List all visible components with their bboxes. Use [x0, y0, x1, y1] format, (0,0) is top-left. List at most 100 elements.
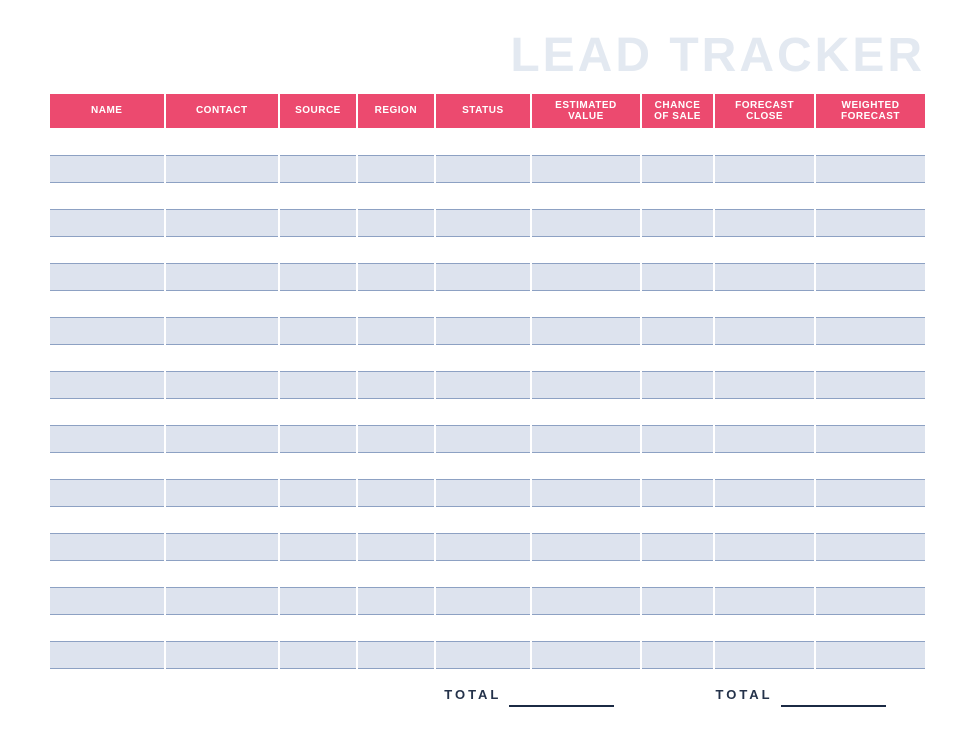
- table-cell: [357, 614, 435, 641]
- table-row: [50, 344, 925, 371]
- table-cell: [815, 425, 925, 452]
- column-header-source: SOURCE: [279, 94, 357, 128]
- table-row: [50, 398, 925, 425]
- table-cell: [815, 479, 925, 506]
- column-header-weighted-forecast: WEIGHTEDFORECAST: [815, 94, 925, 128]
- table-cell: [815, 452, 925, 479]
- table-cell: [714, 398, 815, 425]
- table-cell: [165, 317, 280, 344]
- total-value-2: [781, 683, 886, 707]
- table-cell: [50, 236, 165, 263]
- table-row: [50, 452, 925, 479]
- table-cell: [357, 263, 435, 290]
- table-cell: [279, 344, 357, 371]
- table-cell: [714, 263, 815, 290]
- table-cell: [357, 236, 435, 263]
- table-cell: [279, 452, 357, 479]
- table-cell: [165, 587, 280, 614]
- table-cell: [435, 371, 531, 398]
- table-cell: [815, 236, 925, 263]
- table-cell: [50, 614, 165, 641]
- table-cell: [641, 560, 714, 587]
- table-cell: [815, 317, 925, 344]
- table-cell: [357, 209, 435, 236]
- table-cell: [641, 614, 714, 641]
- column-header-region: REGION: [357, 94, 435, 128]
- table-cell: [50, 479, 165, 506]
- total-label-2: TOTAL: [684, 683, 780, 707]
- table-cell: [165, 263, 280, 290]
- table-cell: [815, 371, 925, 398]
- table-cell: [531, 614, 641, 641]
- lead-tracker-table: NAME CONTACT SOURCE REGION STATUS ESTIMA…: [50, 94, 925, 669]
- table-row: [50, 533, 925, 560]
- table-cell: [714, 317, 815, 344]
- table-cell: [50, 506, 165, 533]
- table-cell: [641, 155, 714, 182]
- table-cell: [531, 641, 641, 668]
- table-cell: [357, 452, 435, 479]
- column-header-chance-of-sale: CHANCEOF SALE: [641, 94, 714, 128]
- table-cell: [435, 506, 531, 533]
- table-cell: [357, 344, 435, 371]
- table-cell: [50, 344, 165, 371]
- table-cell: [357, 398, 435, 425]
- table-row: [50, 317, 925, 344]
- table-cell: [641, 641, 714, 668]
- table-row: [50, 425, 925, 452]
- table-cell: [50, 155, 165, 182]
- table-row: [50, 560, 925, 587]
- table-cell: [641, 128, 714, 155]
- table-row: [50, 209, 925, 236]
- table-cell: [279, 641, 357, 668]
- table-cell: [815, 290, 925, 317]
- table-cell: [815, 182, 925, 209]
- table-cell: [50, 533, 165, 560]
- table-cell: [714, 344, 815, 371]
- table-cell: [531, 425, 641, 452]
- table-row: [50, 128, 925, 155]
- table-cell: [641, 506, 714, 533]
- table-cell: [50, 641, 165, 668]
- table-row: [50, 587, 925, 614]
- table-cell: [815, 155, 925, 182]
- table-cell: [815, 398, 925, 425]
- lead-tracker-table-container: NAME CONTACT SOURCE REGION STATUS ESTIMA…: [50, 94, 925, 669]
- table-row: [50, 290, 925, 317]
- table-cell: [357, 641, 435, 668]
- table-cell: [357, 317, 435, 344]
- table-cell: [714, 290, 815, 317]
- table-cell: [50, 587, 165, 614]
- table-cell: [357, 128, 435, 155]
- table-cell: [435, 236, 531, 263]
- table-cell: [531, 398, 641, 425]
- table-cell: [435, 641, 531, 668]
- table-cell: [435, 344, 531, 371]
- table-cell: [714, 182, 815, 209]
- table-cell: [50, 425, 165, 452]
- table-cell: [357, 182, 435, 209]
- table-cell: [435, 182, 531, 209]
- table-cell: [714, 560, 815, 587]
- table-cell: [50, 560, 165, 587]
- table-cell: [641, 209, 714, 236]
- table-row: [50, 641, 925, 668]
- table-cell: [714, 209, 815, 236]
- table-cell: [815, 533, 925, 560]
- table-cell: [165, 425, 280, 452]
- table-cell: [50, 263, 165, 290]
- table-row: [50, 479, 925, 506]
- table-cell: [815, 344, 925, 371]
- table-cell: [435, 209, 531, 236]
- table-cell: [714, 371, 815, 398]
- column-header-name: NAME: [50, 94, 165, 128]
- table-cell: [435, 587, 531, 614]
- table-row: [50, 182, 925, 209]
- table-cell: [531, 452, 641, 479]
- table-cell: [641, 533, 714, 560]
- table-cell: [641, 452, 714, 479]
- table-cell: [815, 614, 925, 641]
- table-cell: [357, 290, 435, 317]
- column-header-status: STATUS: [435, 94, 531, 128]
- table-cell: [815, 560, 925, 587]
